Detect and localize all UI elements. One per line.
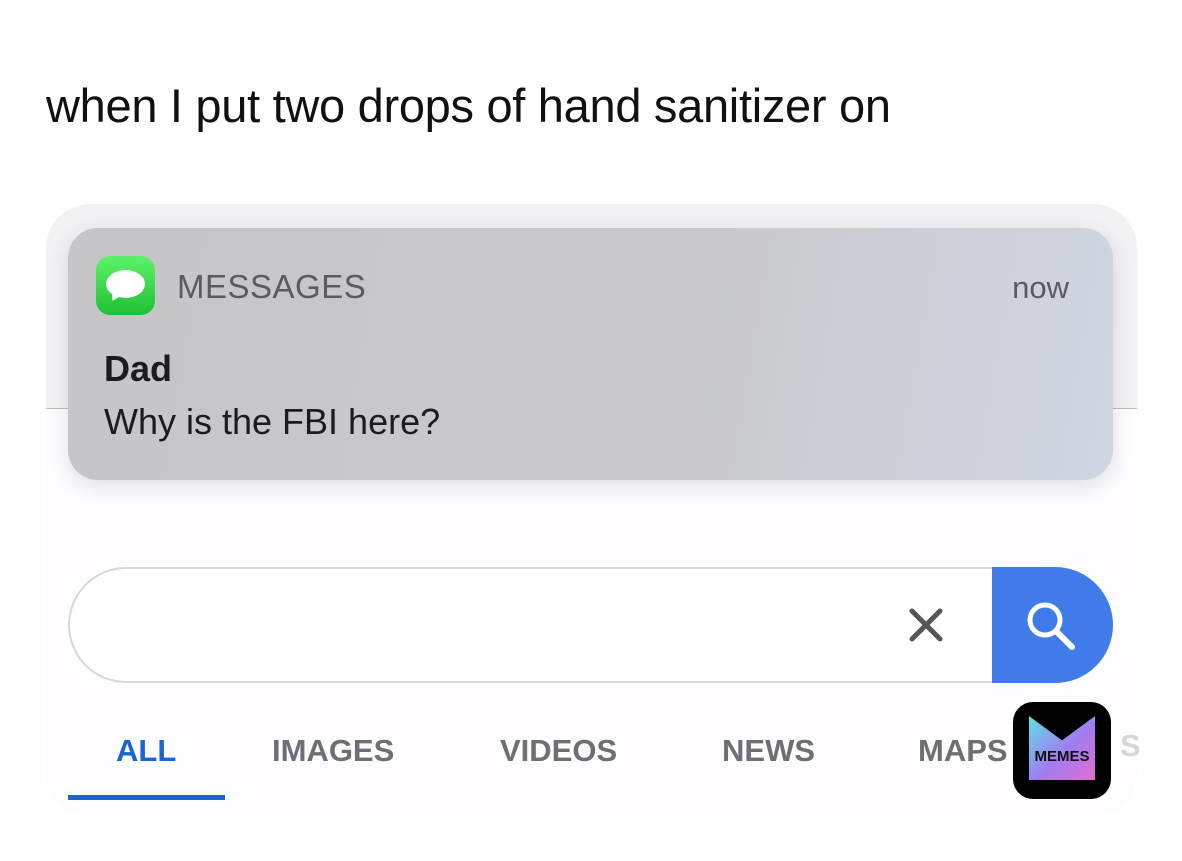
search-tabs: ALL IMAGES VIDEOS NEWS MAPS bbox=[46, 725, 1137, 805]
phone-screen: Google ALL IMAGES VIDEOS NEWS MAP bbox=[46, 204, 1137, 816]
tab-all[interactable]: ALL bbox=[116, 733, 176, 769]
tab-maps[interactable]: MAPS bbox=[918, 733, 1008, 769]
search-icon bbox=[1027, 602, 1075, 650]
notification-message: Why is the FBI here? bbox=[104, 401, 441, 442]
search-input[interactable] bbox=[68, 567, 992, 683]
notification-time: now bbox=[1012, 270, 1069, 305]
messages-app-icon bbox=[96, 256, 155, 315]
message-notification[interactable]: MESSAGES now Dad Why is the FBI here? bbox=[68, 228, 1113, 480]
tab-news[interactable]: NEWS bbox=[722, 733, 815, 769]
notification-sender: Dad bbox=[104, 348, 173, 389]
meme-caption: when I put two drops of hand sanitizer o… bbox=[46, 79, 891, 132]
notification-app-name: MESSAGES bbox=[177, 268, 367, 305]
clear-icon[interactable] bbox=[906, 605, 946, 645]
active-tab-indicator bbox=[68, 795, 225, 800]
tab-videos[interactable]: VIDEOS bbox=[500, 733, 617, 769]
search-bar bbox=[68, 567, 1113, 683]
tab-images[interactable]: IMAGES bbox=[272, 733, 394, 769]
memes-label: MEMES bbox=[1034, 748, 1090, 765]
memes-logo-icon: MEMES bbox=[1013, 702, 1111, 799]
tab-overflow-text: S bbox=[1120, 728, 1141, 763]
search-button[interactable] bbox=[992, 567, 1113, 683]
